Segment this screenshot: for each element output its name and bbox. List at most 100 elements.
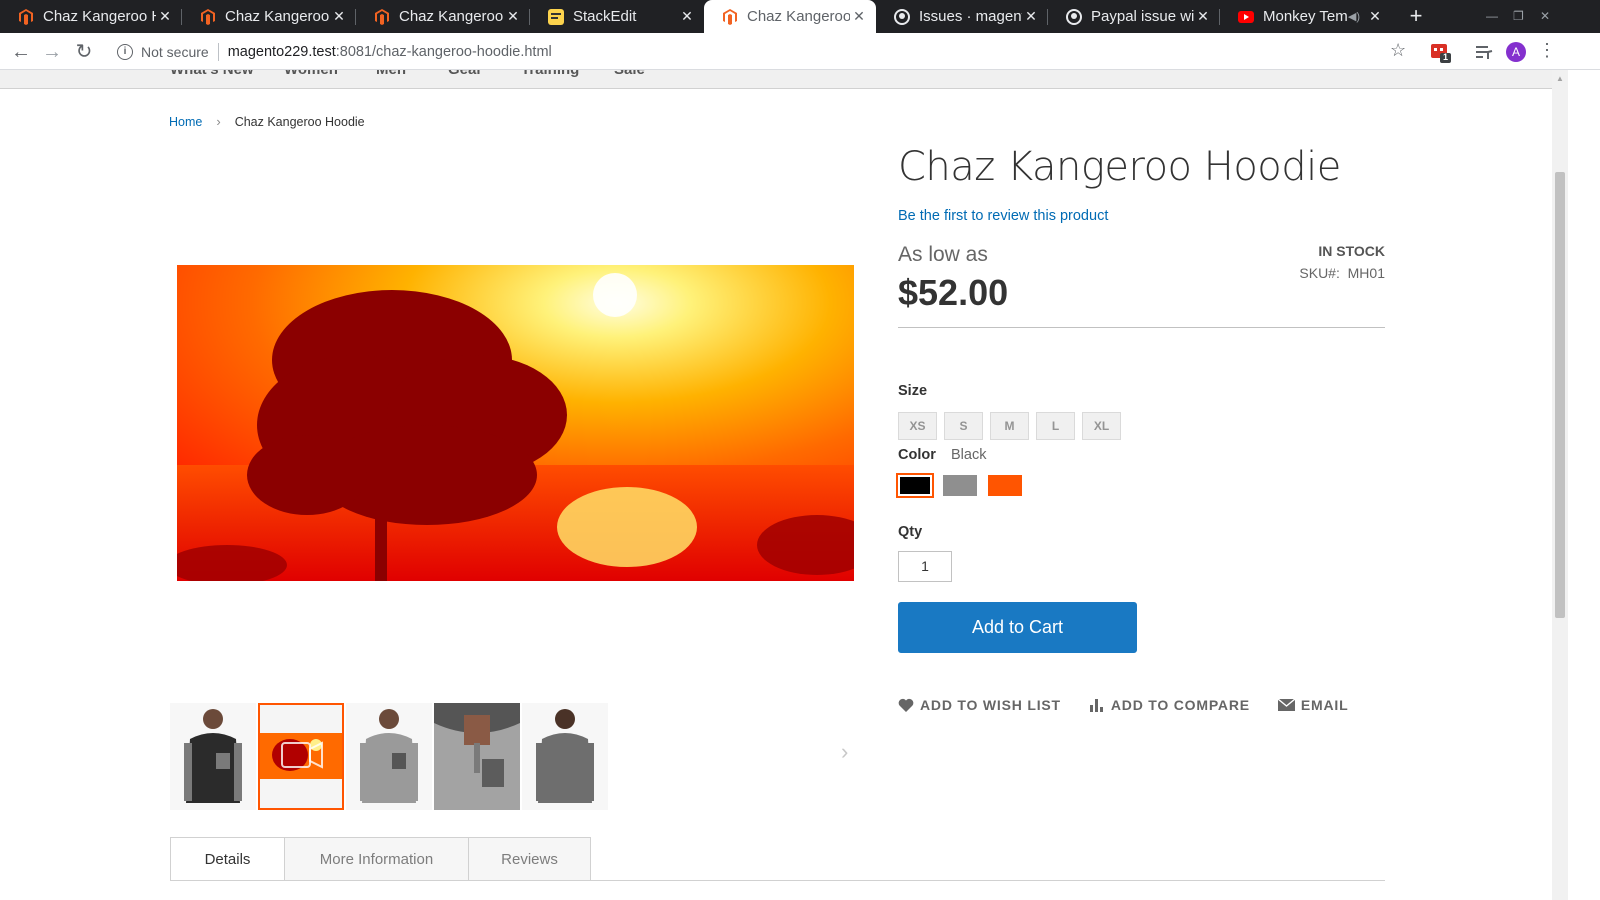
color-swatch-gray[interactable]	[943, 475, 977, 496]
browser-tab[interactable]: Chaz Kangeroo H ✕	[0, 0, 182, 33]
tab-close-icon[interactable]: ✕	[1022, 8, 1040, 25]
tab-close-icon[interactable]: ✕	[1194, 8, 1212, 25]
browser-tab[interactable]: Chaz Kangeroo H ✕	[356, 0, 530, 33]
compare-bars-icon	[1089, 699, 1103, 712]
thumbnail-hoodie-closeup[interactable]	[434, 703, 520, 810]
tab-more-information[interactable]: More Information	[284, 837, 469, 881]
reload-icon[interactable]: ↻	[72, 40, 96, 64]
menu-item-whats-new[interactable]: What's New	[170, 70, 254, 78]
color-swatch-orange[interactable]	[988, 475, 1022, 496]
browser-tab-title: Chaz Kangeroo H	[399, 8, 504, 25]
size-option-m[interactable]: M	[990, 412, 1029, 440]
magento-icon	[18, 8, 34, 25]
browser-tab-title: Chaz Kangeroo H	[225, 8, 330, 25]
add-to-wishlist-label: Add to Wish List	[920, 697, 1061, 713]
email-link[interactable]: Email	[1277, 697, 1349, 713]
envelope-icon	[1277, 699, 1295, 711]
new-tab-button[interactable]: +	[1404, 4, 1428, 28]
browser-tab-title: Issues · magento	[919, 8, 1022, 25]
bookmark-star-icon[interactable]: ☆	[1390, 40, 1406, 61]
menu-item-men[interactable]: Men	[376, 70, 406, 78]
qty-input[interactable]: 1	[898, 551, 952, 582]
thumbnail-hoodie-front-black[interactable]	[170, 703, 256, 810]
profile-avatar[interactable]: A	[1506, 42, 1526, 62]
category-menu: What's New Women Men Gear Training Sale	[0, 70, 1552, 89]
info-icon[interactable]: i	[117, 43, 133, 60]
omnibox-divider	[217, 42, 219, 61]
size-option-xl[interactable]: XL	[1082, 412, 1121, 440]
heart-icon	[898, 698, 914, 712]
scroll-up-arrow-icon[interactable]: ▲	[1556, 74, 1564, 83]
security-label: Not secure	[141, 43, 209, 60]
youtube-icon	[1238, 9, 1254, 25]
browser-tab[interactable]: Monkey Temp ◀) ✕	[1220, 0, 1392, 33]
size-option-l[interactable]: L	[1036, 412, 1075, 440]
menu-item-training[interactable]: Training	[521, 70, 579, 78]
thumbnail-hoodie-front-gray[interactable]	[346, 703, 432, 810]
menu-item-gear[interactable]: Gear	[448, 70, 482, 78]
minimize-icon[interactable]: —	[1486, 9, 1498, 23]
scrollbar-thumb[interactable]	[1555, 172, 1565, 618]
color-swatch-black[interactable]	[896, 473, 934, 498]
tab-close-icon[interactable]: ✕	[156, 8, 174, 25]
menu-item-sale[interactable]: Sale	[614, 70, 645, 78]
price-divider	[898, 327, 1385, 328]
product-title: Chaz Kangeroo Hoodie	[898, 144, 1341, 190]
browser-tab-title: Chaz Kangeroo H	[43, 8, 156, 25]
color-label: Color	[898, 447, 936, 463]
media-queue-icon[interactable]	[1474, 42, 1494, 62]
color-swatches	[896, 473, 1033, 498]
close-window-icon[interactable]: ✕	[1540, 9, 1550, 23]
magento-icon	[374, 8, 390, 25]
browser-tab-title: Chaz Kangeroo H	[747, 8, 850, 25]
restore-icon[interactable]: ❐	[1513, 9, 1524, 23]
tab-close-icon[interactable]: ✕	[504, 8, 522, 25]
selected-color: Black	[951, 447, 987, 463]
size-label: Size	[898, 383, 928, 399]
thumbnail-video[interactable]	[258, 703, 344, 810]
add-to-wishlist-link[interactable]: Add to Wish List	[898, 697, 1061, 713]
browser-tab-active[interactable]: Chaz Kangeroo H ✕	[704, 0, 876, 33]
url-host: magento229.test	[227, 43, 336, 60]
address-bar: ← → ↻ i Not secure magento229.test:8081/…	[0, 33, 1600, 70]
gallery-next-arrow-icon[interactable]: ›	[841, 739, 848, 765]
product-social-actions: Add to Wish List Add to Compare Email	[898, 697, 1376, 713]
size-option-xs[interactable]: XS	[898, 412, 937, 440]
sku-line: SKU#: MH01	[1200, 265, 1385, 281]
breadcrumb-home-link[interactable]: Home	[169, 115, 202, 129]
sku-label: SKU#:	[1299, 265, 1340, 281]
forward-icon[interactable]: →	[40, 40, 64, 64]
add-to-compare-link[interactable]: Add to Compare	[1089, 697, 1250, 713]
speaker-muted-icon[interactable]: ◀)	[1348, 10, 1360, 23]
browser-tab[interactable]: Paypal issue with ✕	[1048, 0, 1220, 33]
stock-status: In stock	[1318, 243, 1385, 259]
review-link[interactable]: Be the first to review this product	[898, 208, 1108, 224]
add-to-compare-label: Add to Compare	[1110, 697, 1250, 713]
menu-item-women[interactable]: Women	[284, 70, 338, 78]
page-viewport: What's New Women Men Gear Training Sale …	[0, 70, 1552, 900]
omnibox[interactable]: i Not secure magento229.test:8081/chaz-k…	[106, 37, 1422, 66]
sku-value: MH01	[1347, 265, 1385, 281]
back-icon[interactable]: ←	[9, 40, 33, 64]
add-to-cart-button[interactable]: Add to Cart	[898, 602, 1137, 653]
breadcrumb-current: Chaz Kangeroo Hoodie	[234, 114, 365, 129]
tab-close-icon[interactable]: ✕	[330, 8, 348, 25]
qty-label: Qty	[898, 524, 923, 540]
tab-close-icon[interactable]: ✕	[1366, 8, 1384, 25]
tabs-divider	[170, 880, 1385, 881]
size-option-s[interactable]: S	[944, 412, 983, 440]
browser-tab[interactable]: Issues · magento ✕	[876, 0, 1048, 33]
browser-tab[interactable]: Chaz Kangeroo H ✕	[182, 0, 356, 33]
breadcrumb-separator: ›	[216, 114, 221, 129]
tab-reviews[interactable]: Reviews	[468, 837, 591, 881]
tab-close-icon[interactable]: ✕	[678, 8, 696, 25]
url-text[interactable]: magento229.test:8081/chaz-kangeroo-hoodi…	[228, 44, 552, 60]
thumbnail-hoodie-back[interactable]	[522, 703, 608, 810]
page-scrollbar[interactable]: ▲	[1552, 70, 1568, 900]
tab-details[interactable]: Details	[170, 837, 285, 881]
tab-close-icon[interactable]: ✕	[850, 8, 868, 25]
extension-icon[interactable]: 1	[1430, 42, 1451, 63]
more-menu-icon[interactable]: ⋮	[1538, 40, 1556, 61]
main-product-image[interactable]	[177, 265, 854, 581]
browser-tab[interactable]: StackEdit ✕	[530, 0, 704, 33]
